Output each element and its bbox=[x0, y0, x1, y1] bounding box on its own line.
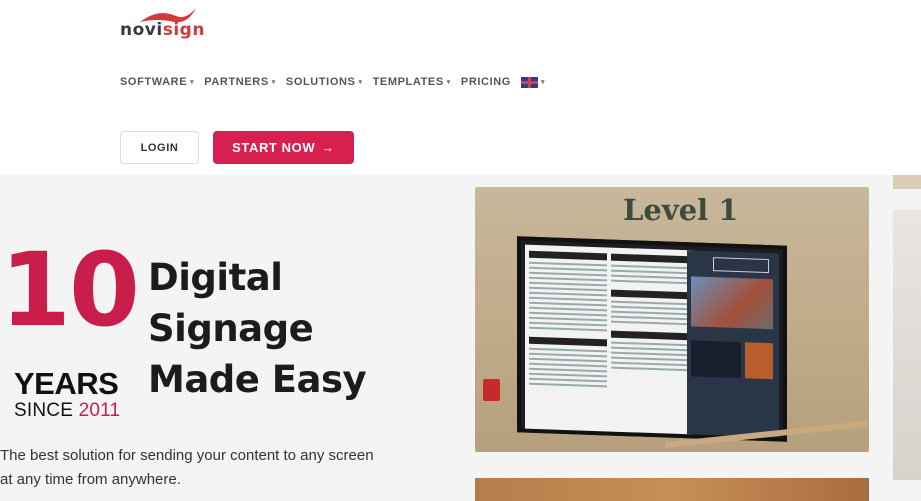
headline-line: Digital bbox=[148, 256, 283, 299]
years-number: 10 bbox=[0, 231, 140, 350]
directory-panel bbox=[525, 244, 693, 435]
years-label: YEARS bbox=[14, 366, 119, 401]
hero-subtext: The best solution for sending your conte… bbox=[0, 444, 400, 492]
logo-text-sign: sign bbox=[162, 20, 205, 40]
fire-alarm bbox=[483, 379, 500, 401]
login-button[interactable]: LOGIN bbox=[120, 131, 199, 164]
chevron-down-icon: ▾ bbox=[358, 79, 363, 86]
nav-item-pricing[interactable]: PRICING bbox=[461, 76, 511, 88]
novisign-logo[interactable]: novisign bbox=[120, 6, 220, 40]
chevron-down-icon: ▾ bbox=[190, 79, 195, 86]
bottom-photo-strip bbox=[475, 478, 869, 501]
promo-tile bbox=[745, 342, 773, 380]
nav-item-software[interactable]: SOFTWARE ▾ bbox=[120, 76, 194, 88]
uk-flag-icon bbox=[520, 76, 538, 88]
language-selector[interactable]: ▾ bbox=[520, 76, 546, 88]
since-text: SINCE bbox=[14, 400, 74, 421]
subtext-line: at any time from anywhere. bbox=[0, 471, 181, 488]
screen-brand-box bbox=[713, 257, 769, 274]
headline-line: Signage bbox=[148, 307, 314, 350]
start-now-button-label: START NOW bbox=[232, 140, 316, 155]
nav-item-solutions[interactable]: SOLUTIONS ▾ bbox=[286, 76, 363, 88]
logo-text-novi: novi bbox=[120, 20, 163, 40]
main-nav: SOFTWARE ▾ PARTNERS ▾ SOLUTIONS ▾ TEMPLATES… bbox=[120, 76, 545, 88]
side-photo bbox=[893, 210, 921, 480]
directory-column bbox=[611, 253, 689, 375]
hero-headline: Digital Signage Made Easy bbox=[148, 252, 367, 405]
login-button-label: LOGIN bbox=[140, 141, 179, 154]
promo-tile bbox=[691, 340, 741, 379]
arrow-right-icon: → bbox=[321, 140, 335, 155]
nav-item-templates[interactable]: TEMPLATES ▾ bbox=[373, 76, 451, 88]
directory-column bbox=[529, 250, 607, 391]
start-now-button[interactable]: START NOW → bbox=[213, 131, 354, 164]
subtext-line: The best solution for sending your conte… bbox=[0, 447, 374, 464]
side-photo-top bbox=[893, 175, 921, 189]
since-year: 2011 bbox=[78, 400, 121, 421]
nav-item-label: SOLUTIONS bbox=[285, 76, 356, 88]
chevron-down-icon: ▾ bbox=[540, 79, 546, 86]
level-sign: Level 1 bbox=[623, 193, 739, 227]
chevron-down-icon: ▾ bbox=[271, 79, 276, 86]
nav-item-label: SOFTWARE bbox=[120, 76, 188, 88]
hero-photo: Level 1 bbox=[475, 187, 869, 452]
nav-item-label: PRICING bbox=[460, 76, 511, 88]
nav-item-label: PARTNERS bbox=[204, 76, 269, 88]
chevron-down-icon: ▾ bbox=[446, 79, 451, 86]
logo-wordmark: novisign bbox=[120, 20, 205, 40]
nav-item-label: TEMPLATES bbox=[372, 76, 444, 88]
nav-item-partners[interactable]: PARTNERS ▾ bbox=[204, 76, 276, 88]
digital-signage-screen bbox=[517, 236, 787, 442]
building-image bbox=[691, 276, 773, 330]
headline-line: Made Easy bbox=[148, 358, 367, 401]
screen-brand-panel bbox=[687, 250, 779, 438]
since-label: SINCE 2011 bbox=[14, 400, 120, 422]
